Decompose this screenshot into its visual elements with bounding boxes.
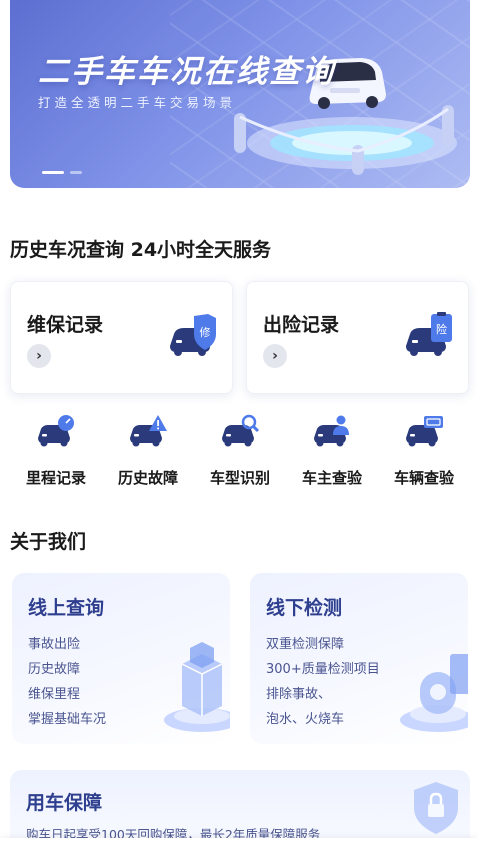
feature-line: 维保里程 — [28, 687, 81, 702]
insurance-record-card[interactable]: 出险记录 › 险 — [246, 281, 469, 394]
car-warning-icon — [130, 415, 167, 447]
about-section-title: 关于我们 — [10, 531, 87, 553]
quick-item-label: 车主查验 — [301, 469, 362, 487]
feature-line: 排除事故、 — [266, 687, 332, 702]
quick-item-label: 车辆查验 — [393, 469, 454, 487]
car-repair-shield-icon: 修 — [170, 314, 216, 356]
lock-shield-illustration — [414, 782, 458, 834]
card-label: 出险记录 — [263, 314, 340, 336]
quick-item-label: 里程记录 — [25, 469, 86, 487]
quick-item-owner-check[interactable]: 车主查验 — [286, 410, 378, 490]
car-odometer-icon — [38, 415, 74, 447]
chevron-right-icon[interactable]: › — [263, 344, 287, 368]
feature-line: 泡水、火烧车 — [266, 712, 345, 727]
car-owner-icon — [314, 415, 349, 447]
car-guarantee-card[interactable]: 用车保障 购车日起享受100天回购保障，最长2年质量保障服务 — [10, 770, 470, 838]
online-query-card[interactable]: 线上查询 事故出险 历史故障 维保里程 掌握基础车况 — [12, 573, 230, 744]
quick-item-vehicle-check[interactable]: 车辆查验 — [378, 410, 470, 490]
car-plate-icon — [406, 416, 443, 447]
card-label: 维保记录 — [27, 314, 104, 336]
inspection-device-illustration — [400, 654, 468, 732]
maintenance-record-card[interactable]: 维保记录 › 修 — [10, 281, 233, 394]
banner-subtitle: 打造全透明二手车交易场景 — [38, 95, 237, 110]
feature-title: 线下检测 — [266, 597, 343, 619]
bottom-tab-bar — [0, 838, 478, 850]
carousel-dot-active[interactable] — [42, 171, 64, 174]
quick-item-label: 历史故障 — [117, 469, 178, 487]
feature-line: 事故出险 — [28, 637, 81, 652]
repair-badge: 修 — [200, 325, 211, 339]
feature-title: 线上查询 — [28, 597, 105, 619]
banner-title: 二手车车况在线查询 — [38, 54, 335, 90]
promo-banner[interactable]: 二手车车况在线查询 打造全透明二手车交易场景 — [10, 0, 470, 188]
car-search-icon — [222, 414, 260, 447]
guarantee-description: 购车日起享受100天回购保障，最长2年质量保障服务 — [26, 827, 321, 838]
quick-item-mileage[interactable]: 里程记录 — [10, 410, 102, 490]
carousel-indicator[interactable] — [42, 171, 82, 174]
quick-item-model-recognition[interactable]: 车型识别 — [194, 410, 286, 490]
quick-item-label: 车型识别 — [209, 469, 270, 487]
offline-inspection-card[interactable]: 线下检测 双重检测保障 300+质量检测项目 排除事故、 泡水、火烧车 — [250, 573, 468, 744]
chevron-right-icon[interactable]: › — [27, 344, 51, 368]
history-section-title: 历史车况查询 24小时全天服务 — [10, 239, 272, 261]
feature-line: 双重检测保障 — [266, 637, 345, 652]
insurance-badge: 险 — [436, 322, 447, 336]
guarantee-title: 用车保障 — [26, 792, 103, 814]
quick-item-history-fault[interactable]: 历史故障 — [102, 410, 194, 490]
feature-line: 掌握基础车况 — [28, 712, 107, 727]
cube-stack-illustration — [164, 642, 230, 732]
car-insurance-doc-icon: 险 — [406, 312, 452, 356]
carousel-dot[interactable] — [70, 171, 82, 174]
feature-line: 300+质量检测项目 — [266, 662, 380, 677]
feature-line: 历史故障 — [28, 662, 81, 677]
